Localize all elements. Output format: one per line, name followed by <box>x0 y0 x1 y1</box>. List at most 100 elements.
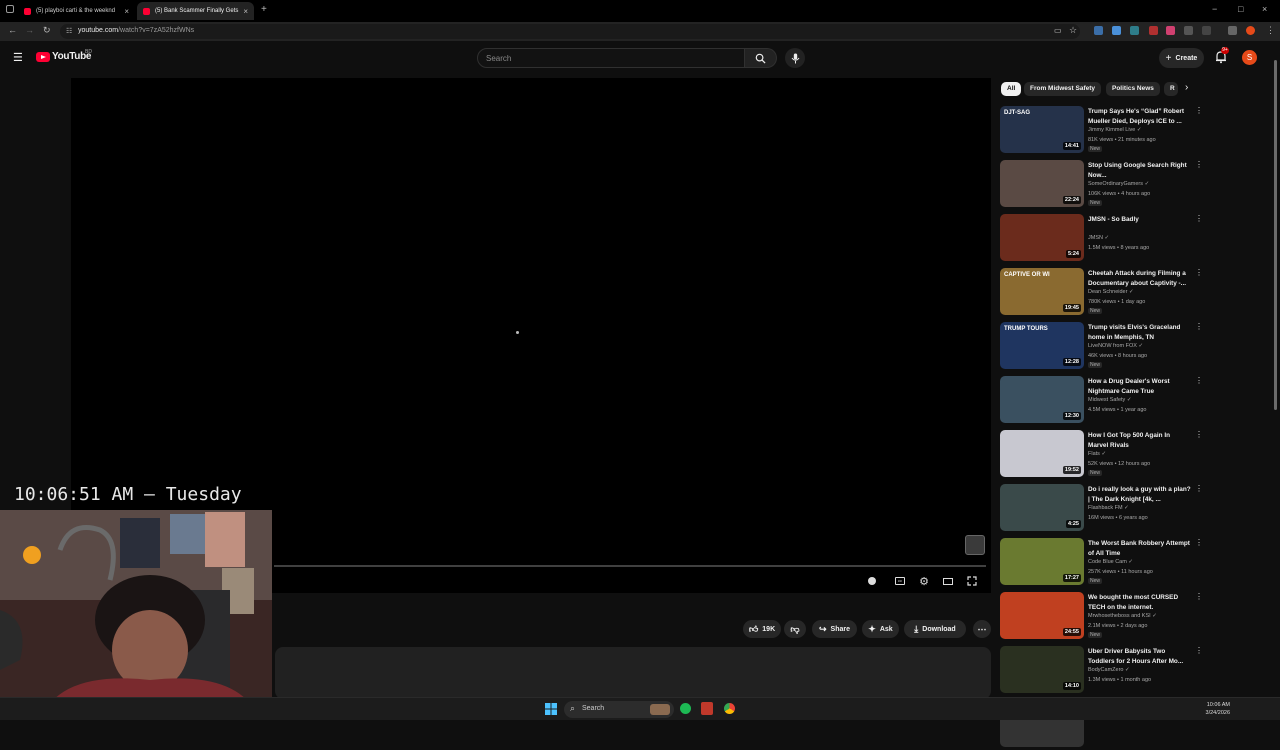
autoplay-toggle[interactable] <box>866 575 878 587</box>
hamburger-menu-icon[interactable]: ☰ <box>13 51 23 64</box>
more-actions-button[interactable]: ⋯ <box>973 620 991 638</box>
channel-name[interactable]: JMSN ✓ <box>1088 235 1109 241</box>
video-thumbnail[interactable]: 24:55 <box>1000 592 1084 639</box>
install-app-icon[interactable]: ▭ <box>1054 26 1062 35</box>
close-tab-icon[interactable]: × <box>124 7 129 16</box>
search-button[interactable] <box>745 48 777 68</box>
video-thumbnail[interactable]: 4:25 <box>1000 484 1084 531</box>
chip-truncated[interactable]: R <box>1164 82 1178 96</box>
channel-name[interactable]: Flashback FM ✓ <box>1088 505 1129 511</box>
ask-button[interactable]: ✦ Ask <box>862 620 899 638</box>
settings-button[interactable]: ⚙ <box>918 575 930 588</box>
bookmark-star-icon[interactable]: ☆ <box>1069 25 1077 36</box>
extension-icon[interactable] <box>1184 26 1193 35</box>
chip-from-midwest-safety[interactable]: From Midwest Safety <box>1024 82 1102 96</box>
more-vertical-icon[interactable]: ⋮ <box>1195 647 1203 655</box>
reload-icon[interactable]: ↻ <box>43 25 51 36</box>
video-title[interactable]: Stop Using Google Search Right Now... <box>1088 161 1192 180</box>
video-title[interactable]: Trump visits Elvis's Graceland home in M… <box>1088 323 1192 342</box>
channel-name[interactable]: Jimmy Kimmel Live ✓ <box>1088 127 1142 133</box>
video-title[interactable]: Do i really look a guy with a plan? | Th… <box>1088 485 1192 504</box>
more-vertical-icon[interactable]: ⋮ <box>1195 539 1203 547</box>
chips-next-chevron-icon[interactable]: › <box>1185 82 1188 93</box>
channel-name[interactable]: Mrwhosetheboss and KSI ✓ <box>1088 613 1157 619</box>
fullscreen-button[interactable] <box>966 575 978 587</box>
channel-name[interactable]: Flats ✓ <box>1088 451 1106 457</box>
more-vertical-icon[interactable]: ⋮ <box>1195 215 1203 223</box>
minimize-icon[interactable]: − <box>1212 4 1217 14</box>
captions-button[interactable]: cc <box>894 575 906 587</box>
video-thumbnail[interactable]: TRUMP TOURS 12:28 <box>1000 322 1084 369</box>
channel-name[interactable]: SomeOrdinaryGamers ✓ <box>1088 181 1149 187</box>
profile-avatar-icon[interactable] <box>1246 26 1255 35</box>
extension-icon[interactable] <box>1112 26 1121 35</box>
extension-icon[interactable] <box>1130 26 1139 35</box>
recommendation-card[interactable]: 22:24 Stop Using Google Search Right Now.… <box>1000 160 1205 210</box>
video-thumbnail[interactable]: 12:30 <box>1000 376 1084 423</box>
video-title[interactable]: The Worst Bank Robbery Attempt of All Ti… <box>1088 539 1192 558</box>
browser-tab-bank-scammer[interactable]: (5) Bank Scammer Finally Gets × <box>137 2 254 20</box>
recommendation-card[interactable]: 19:52 How I Got Top 500 Again In Marvel R… <box>1000 430 1205 480</box>
theater-mode-button[interactable] <box>942 575 954 587</box>
channel-name[interactable]: Midwest Safety ✓ <box>1088 397 1131 403</box>
video-title[interactable]: We bought the most CURSED TECH on the in… <box>1088 593 1192 612</box>
channel-name[interactable]: LiveNOW from FOX ✓ <box>1088 343 1143 349</box>
address-bar[interactable]: ☷ youtube.com/watch?v=7zA52hzfWNs ▭ ☆ <box>60 24 1080 39</box>
share-button[interactable]: ↪ Share <box>812 620 857 638</box>
recommendation-card[interactable]: TRUMP TOURS 12:28 Trump visits Elvis's Gra… <box>1000 322 1205 372</box>
video-title[interactable]: Cheetah Attack during Filming a Document… <box>1088 269 1192 288</box>
browser-menu-icon[interactable]: ⋮ <box>1266 25 1275 36</box>
video-thumbnail[interactable]: 14:10 <box>1000 646 1084 693</box>
recommendation-card[interactable]: 12:30 How a Drug Dealer's Worst Nightmare… <box>1000 376 1205 426</box>
app-icon[interactable] <box>701 702 713 715</box>
more-vertical-icon[interactable]: ⋮ <box>1195 485 1203 493</box>
download-button[interactable]: ⤓ Download <box>904 620 966 638</box>
video-thumbnail[interactable]: 5:24 <box>1000 214 1084 261</box>
more-vertical-icon[interactable]: ⋮ <box>1195 269 1203 277</box>
more-vertical-icon[interactable]: ⋮ <box>1195 323 1203 331</box>
forward-icon[interactable]: → <box>25 25 34 35</box>
chip-all[interactable]: All <box>1001 82 1022 96</box>
page-scrollbar[interactable] <box>1274 60 1277 410</box>
browser-tab-playboi-carti[interactable]: (5) playboi carti & the weeknd × <box>18 2 135 20</box>
more-vertical-icon[interactable]: ⋮ <box>1195 377 1203 385</box>
more-vertical-icon[interactable]: ⋮ <box>1195 107 1203 115</box>
recommendation-card[interactable]: CAPTIVE OR WI 19:45 Cheetah Attack during … <box>1000 268 1205 318</box>
video-thumbnail[interactable]: 19:52 <box>1000 430 1084 477</box>
tab-search-icon[interactable] <box>6 5 14 13</box>
dislike-button[interactable]: 👎︎ <box>784 620 806 638</box>
recommendation-card[interactable]: 24:55 We bought the most CURSED TECH on t… <box>1000 592 1205 642</box>
channel-name[interactable]: BodyCamZero ✓ <box>1088 667 1130 673</box>
extension-icon[interactable] <box>1166 26 1175 35</box>
close-tab-icon[interactable]: × <box>243 7 248 16</box>
site-info-icon[interactable]: ☷ <box>66 27 72 35</box>
like-button[interactable]: 👍︎ 19K <box>743 620 781 638</box>
more-vertical-icon[interactable]: ⋮ <box>1195 161 1203 169</box>
recommendation-card[interactable]: 5:24 JMSN - So Badly JMSN ✓ 1.5M views • 8 … <box>1000 214 1205 264</box>
voice-search-button[interactable] <box>785 48 805 68</box>
video-thumbnail[interactable]: DJT-SAG 14:41 <box>1000 106 1084 153</box>
system-clock[interactable]: 10:06 AM 3/24/2026 <box>1206 701 1230 717</box>
downloads-icon[interactable] <box>1228 26 1237 35</box>
video-title[interactable]: How a Drug Dealer's Worst Nightmare Came… <box>1088 377 1192 396</box>
channel-name[interactable]: Dean Schneider ✓ <box>1088 289 1134 295</box>
video-title[interactable]: Trump Says He's “Glad” Robert Mueller Di… <box>1088 107 1192 126</box>
recommendation-card[interactable]: 14:10 Uber Driver Babysits Two Toddlers f… <box>1000 646 1205 696</box>
channel-watermark-icon[interactable] <box>965 535 985 555</box>
video-thumbnail[interactable]: CAPTIVE OR WI 19:45 <box>1000 268 1084 315</box>
chrome-icon[interactable] <box>724 703 735 714</box>
close-window-icon[interactable]: × <box>1262 4 1267 14</box>
progress-bar[interactable] <box>274 565 986 567</box>
more-vertical-icon[interactable]: ⋮ <box>1195 593 1203 601</box>
more-vertical-icon[interactable]: ⋮ <box>1195 431 1203 439</box>
new-tab-icon[interactable]: + <box>261 4 267 15</box>
extensions-puzzle-icon[interactable] <box>1202 26 1211 35</box>
youtube-logo-icon[interactable] <box>36 52 50 62</box>
spotify-icon[interactable] <box>680 703 691 714</box>
extension-icon[interactable] <box>1149 26 1158 35</box>
recommendation-card[interactable]: 4:25 Do i really look a guy with a plan? … <box>1000 484 1205 534</box>
video-title[interactable]: How I Got Top 500 Again In Marvel Rivals <box>1088 431 1192 450</box>
recommendation-card[interactable]: 17:27 The Worst Bank Robbery Attempt of A… <box>1000 538 1205 588</box>
video-title[interactable]: JMSN - So Badly <box>1088 215 1192 225</box>
channel-name[interactable]: Code Blue Cam ✓ <box>1088 559 1133 565</box>
